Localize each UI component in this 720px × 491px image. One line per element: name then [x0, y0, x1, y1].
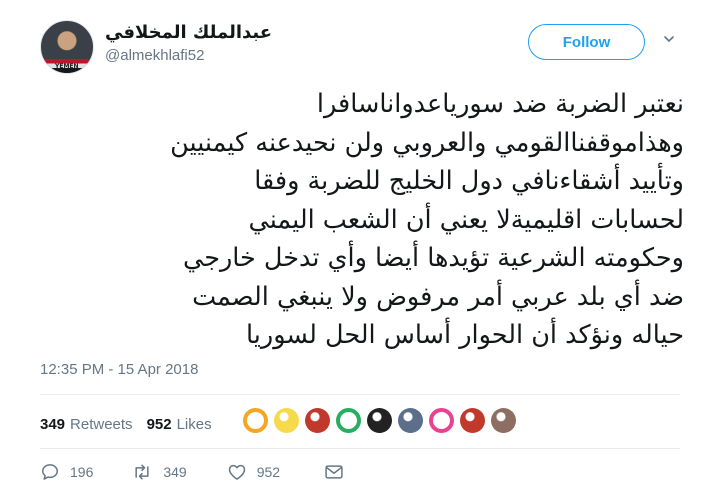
- tweet-line: حياله ونؤكد أن الحوار أساس الحل لسوريا: [246, 320, 684, 350]
- chevron-down-icon[interactable]: [664, 34, 674, 44]
- liker-avatar[interactable]: [460, 408, 485, 433]
- liker-avatars: [243, 408, 522, 433]
- heart-icon[interactable]: [227, 462, 247, 482]
- display-name[interactable]: عبدالملك المخلافي: [105, 22, 272, 43]
- liker-avatar[interactable]: [429, 408, 454, 433]
- tweet-header: YEMEN عبدالملك المخلافي @almekhlafi52 Fo…: [0, 0, 720, 90]
- likes-label[interactable]: Likes: [177, 416, 212, 433]
- tweet-line: وحكومته الشرعية تؤيدها أيضا وأي تدخل خار…: [182, 243, 684, 273]
- like-count: 952: [256, 464, 281, 480]
- likes-count[interactable]: 952: [147, 416, 172, 433]
- follow-button[interactable]: Follow: [528, 24, 645, 60]
- divider: [40, 448, 680, 449]
- retweet-count: 349: [163, 464, 187, 480]
- retweet-action[interactable]: 349: [131, 462, 187, 482]
- user-handle[interactable]: @almekhlafi52: [105, 47, 204, 64]
- reply-count: 196: [70, 464, 94, 480]
- liker-avatar[interactable]: [398, 408, 423, 433]
- tweet-line: ضد أي بلد عربي أمر مرفوض ولا ينبغي الصمت: [192, 281, 684, 312]
- liker-avatar[interactable]: [336, 408, 361, 433]
- avatar-flag-text: YEMEN: [55, 63, 79, 70]
- tweet-line: لحسابات اقليميةلا يعني أن الشعب اليمني: [248, 204, 684, 235]
- liker-avatar[interactable]: [491, 408, 516, 433]
- tweet-stats: 349 Retweets 952 Likes: [40, 412, 226, 436]
- tweet-timestamp[interactable]: 12:35 PM - 15 Apr 2018: [40, 361, 198, 378]
- tweet-text: نعتبر الضربة ضد سورياعدواناسافرا وهذاموق…: [36, 85, 684, 355]
- tweet-actions: 196 349 952: [40, 462, 344, 482]
- liker-avatar[interactable]: [305, 408, 330, 433]
- message-action[interactable]: [324, 463, 344, 481]
- liker-avatar[interactable]: [274, 408, 299, 433]
- retweets-count[interactable]: 349: [40, 416, 65, 433]
- liker-avatar[interactable]: [367, 408, 392, 433]
- avatar[interactable]: YEMEN: [40, 20, 94, 74]
- tweet-line: وهذاموقفناالقومي والعروبي ولن نحيدعنه كي…: [170, 127, 684, 158]
- tweet-line: نعتبر الضربة ضد سورياعدواناسافرا: [316, 89, 684, 119]
- reply-action[interactable]: 196: [40, 462, 93, 482]
- tweet-line: وتأييد أشقاءنافي دول الخليج للضربة وفقا: [254, 166, 684, 196]
- reply-icon[interactable]: [40, 462, 60, 482]
- retweets-label[interactable]: Retweets: [70, 416, 133, 433]
- retweet-icon[interactable]: [131, 462, 153, 482]
- like-action[interactable]: 952: [227, 462, 280, 482]
- liker-avatar[interactable]: [243, 408, 268, 433]
- envelope-icon[interactable]: [324, 463, 344, 481]
- divider: [40, 394, 680, 395]
